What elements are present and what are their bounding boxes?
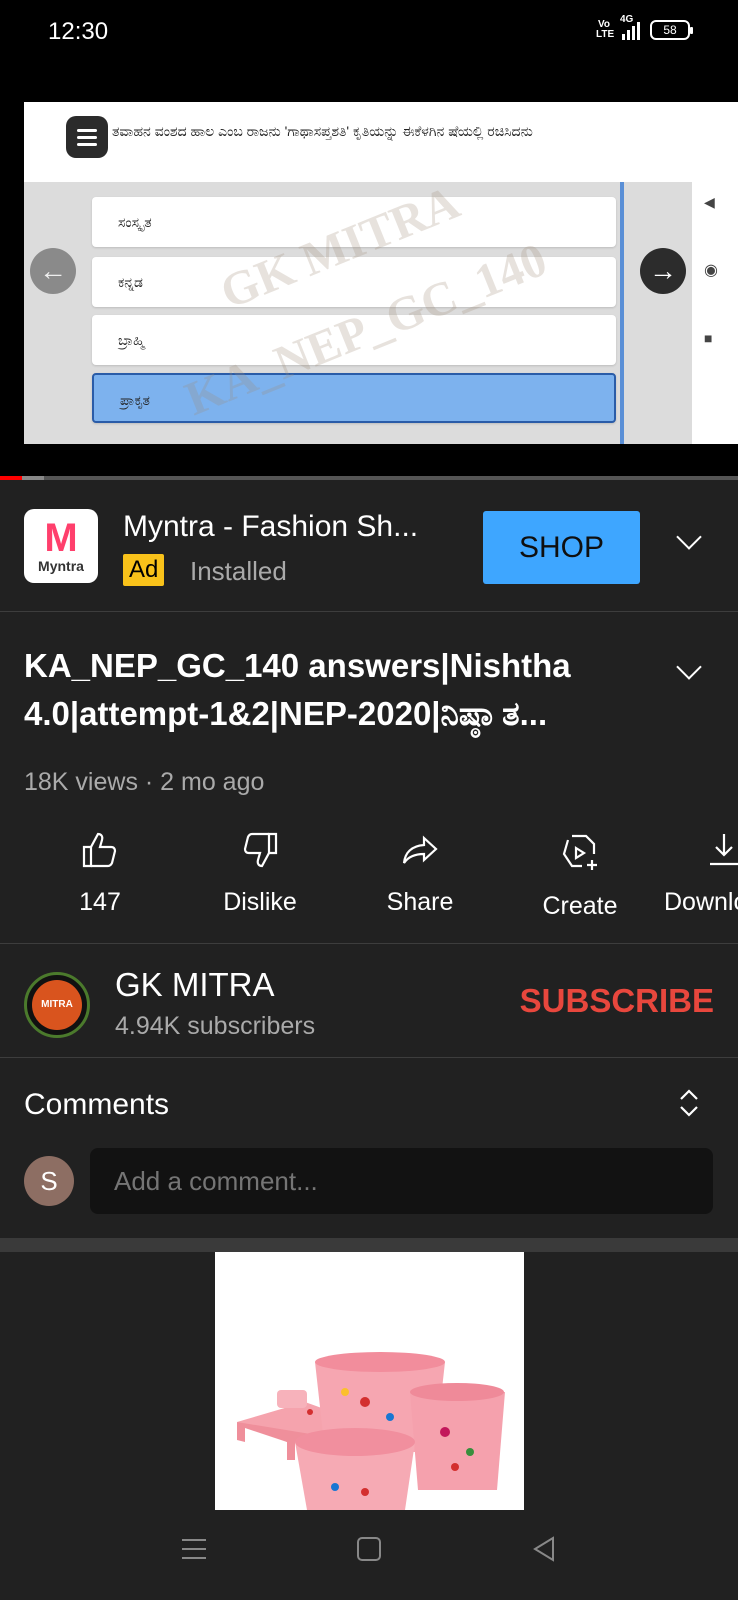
thumbs-up-icon xyxy=(82,832,117,868)
volte-icon: Vo LTE xyxy=(596,19,615,40)
subscriber-count: 4.94K subscribers xyxy=(115,1012,316,1040)
download-icon xyxy=(710,834,738,866)
status-icons: Vo LTE 4G 58 xyxy=(596,14,693,40)
create-icon xyxy=(562,834,597,870)
channel-avatar[interactable]: MITRA xyxy=(24,972,90,1038)
create-label: Create xyxy=(542,892,618,920)
ad-banner[interactable]: M Myntra Myntra - Fashion Sh... Ad Insta… xyxy=(0,480,738,612)
video-frame: ತವಾಹನ ವಂಶದ ಹಾಲ ಎಂಬ ರಾಜನು 'ಗಾಥಾಸಪ್ತಶತಿ' ಕ… xyxy=(24,102,738,444)
video-player[interactable]: ತವಾಹನ ವಂಶದ ಹಾಲ ಎಂಬ ರಾಜನು 'ಗಾಥಾಸಪ್ತಶತಿ' ಕ… xyxy=(0,66,738,476)
user-avatar: S xyxy=(24,1156,74,1206)
chevron-down-icon[interactable] xyxy=(676,524,702,550)
product-illustration xyxy=(215,1252,524,1510)
thumbs-down-icon xyxy=(243,832,278,868)
shop-button[interactable]: SHOP xyxy=(483,511,640,584)
channel-row[interactable]: MITRA GK MITRA 4.94K subscribers SUBSCRI… xyxy=(0,944,738,1058)
menu-icon[interactable] xyxy=(180,1535,208,1563)
comments-section[interactable]: Comments S xyxy=(0,1058,738,1238)
video-info: KA_NEP_GC_140 answers|Nishtha 4.0|attemp… xyxy=(0,612,738,812)
section-divider xyxy=(0,1238,738,1252)
status-bar: 12:30 Vo LTE 4G 58 xyxy=(0,0,738,66)
expand-collapse-icon[interactable] xyxy=(678,1086,700,1120)
comments-title: Comments xyxy=(24,1088,170,1121)
status-time: 12:30 xyxy=(48,18,109,45)
ad-badge: Ad xyxy=(123,554,165,586)
ad-title[interactable]: Myntra - Fashion Sh... xyxy=(123,510,418,544)
network-type: 4G xyxy=(620,14,634,25)
question-divider xyxy=(620,182,624,444)
question-header: ತವಾಹನ ವಂಶದ ಹಾಲ ಎಂಬ ರಾಜನು 'ಗಾಥಾಸಪ್ತಶತಿ' ಕ… xyxy=(24,102,738,182)
back-icon[interactable] xyxy=(530,1535,558,1563)
comment-input[interactable] xyxy=(90,1148,713,1214)
expand-description-icon[interactable] xyxy=(676,654,702,680)
video-meta: 18K views · 2 mo ago xyxy=(24,768,265,796)
share-label: Share xyxy=(386,888,454,916)
product-image[interactable] xyxy=(215,1252,524,1510)
myntra-logo-icon: M xyxy=(44,516,78,560)
arrow-left-icon: ← xyxy=(30,248,76,294)
battery-icon: 58 xyxy=(650,20,693,40)
triangle-back-icon: ◀ xyxy=(704,194,715,210)
menu-icon xyxy=(66,116,108,158)
ad-logo: M Myntra xyxy=(24,509,98,583)
square-recents-icon: ■ xyxy=(704,330,713,346)
home-icon[interactable] xyxy=(355,1535,383,1563)
system-nav-bar xyxy=(0,1510,738,1600)
subscribe-button[interactable]: SUBSCRIBE xyxy=(520,982,714,1020)
share-button[interactable]: Share xyxy=(350,830,490,917)
action-bar: 147 Dislike Share Create Download xyxy=(0,820,738,944)
dislike-button[interactable]: Dislike xyxy=(190,830,330,917)
like-button[interactable]: 147 xyxy=(30,830,170,917)
ad-logo-text: Myntra xyxy=(38,558,84,574)
question-text: ತವಾಹನ ವಂಶದ ಹಾಲ ಎಂಬ ರಾಜನು 'ಗಾಥಾಸಪ್ತಶತಿ' ಕ… xyxy=(112,123,533,139)
dislike-label: Dislike xyxy=(223,888,297,916)
channel-avatar-text: MITRA xyxy=(32,980,82,1030)
signal-icon: 4G xyxy=(620,14,640,40)
download-label: Download xyxy=(664,888,738,916)
share-icon xyxy=(402,835,438,864)
arrow-right-icon: → xyxy=(640,248,686,294)
download-button[interactable]: Download xyxy=(664,830,738,917)
video-title[interactable]: KA_NEP_GC_140 answers|Nishtha 4.0|attemp… xyxy=(24,642,664,738)
like-count: 147 xyxy=(79,888,121,916)
channel-name[interactable]: GK MITRA xyxy=(115,966,275,1004)
question-side-panel xyxy=(692,182,738,444)
create-button[interactable]: Create xyxy=(510,830,650,921)
answer-option-selected: ಪ್ರಾಕೃತ xyxy=(92,373,616,423)
circle-home-icon: ◉ xyxy=(704,262,718,279)
ad-status: Installed xyxy=(190,556,287,586)
